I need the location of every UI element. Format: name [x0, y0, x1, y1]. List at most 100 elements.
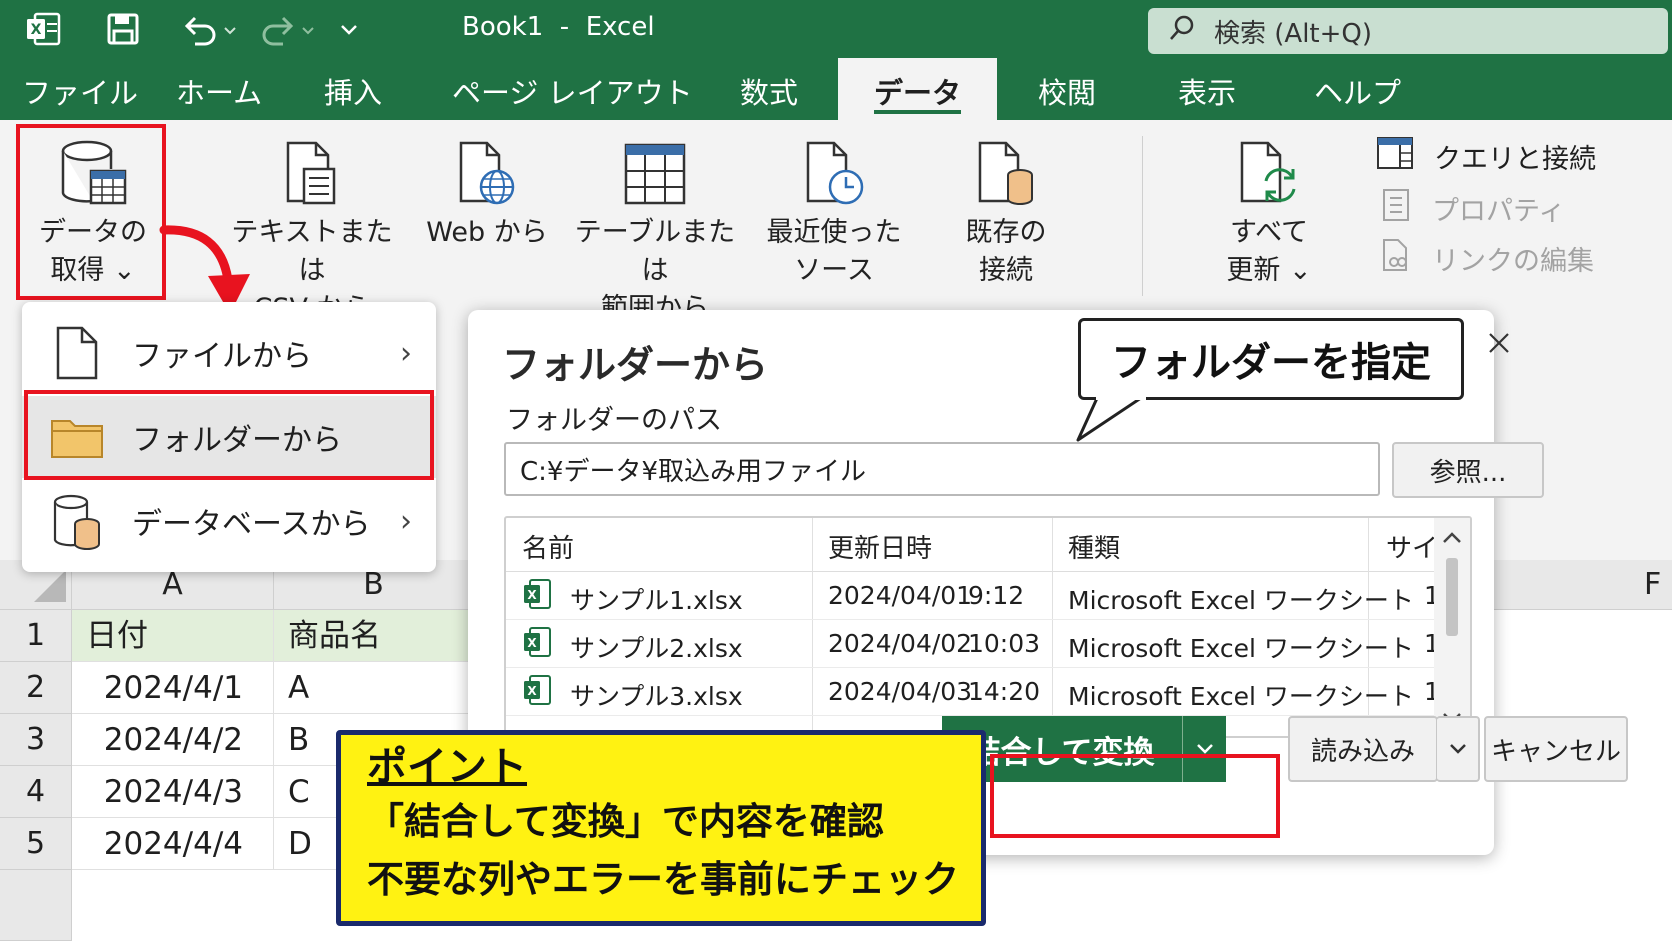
recent-sources-label-1: 最近使った: [766, 217, 902, 248]
column-modified-header[interactable]: 更新日時: [828, 528, 932, 565]
tab-home[interactable]: ホーム: [176, 70, 262, 112]
folder-callout-text: フォルダーを指定: [1111, 340, 1431, 386]
file-icon: [22, 326, 132, 380]
properties-icon: [1380, 188, 1412, 229]
properties-button[interactable]: プロパティ: [1380, 188, 1565, 229]
cell-a1[interactable]: 日付: [72, 610, 274, 662]
search-icon: [1168, 14, 1196, 49]
file-type: Microsoft Excel ワークシート: [1068, 682, 1414, 711]
from-web-button[interactable]: Web から: [424, 134, 550, 252]
column-type-header[interactable]: 種類: [1068, 528, 1120, 565]
close-icon[interactable]: [1486, 324, 1512, 372]
row-header-2[interactable]: 2: [0, 662, 72, 714]
tab-review[interactable]: 校閲: [1038, 70, 1096, 112]
search-placeholder: 検索 (Alt+Q): [1214, 18, 1373, 49]
file-type: Microsoft Excel ワークシート: [1068, 586, 1414, 615]
cell-a4[interactable]: 2024/4/3: [72, 766, 274, 818]
edit-links-icon: [1380, 238, 1412, 279]
from-folder-highlight: [24, 390, 434, 480]
dialog-title: フォルダーから: [502, 343, 769, 387]
tab-insert[interactable]: 挿入: [324, 70, 382, 112]
file-row[interactable]: X サンプル3.xlsx 2024/04/03 14:20 Microsoft …: [506, 668, 1470, 716]
combine-transform-highlight: [990, 754, 1280, 838]
menu-item-from-file-label: ファイルから: [132, 339, 312, 374]
menu-item-from-database[interactable]: データベースから ›: [22, 480, 436, 562]
folder-path-value: C:¥データ¥取込み用ファイル: [520, 456, 866, 487]
excel-file-icon: X: [522, 626, 552, 664]
cell-a2[interactable]: 2024/4/1: [72, 662, 274, 714]
cell-a5[interactable]: 2024/4/4: [72, 818, 274, 870]
browse-button[interactable]: 参照...: [1392, 442, 1544, 498]
cell-b2[interactable]: A: [274, 662, 474, 714]
file-time: 9:12: [968, 581, 1025, 610]
file-time: 10:03: [968, 629, 1041, 658]
edit-links-label: リンクの編集: [1432, 246, 1594, 277]
existing-connections-button[interactable]: 既存の 接続: [948, 134, 1064, 290]
file-type: Microsoft Excel ワークシート: [1068, 634, 1414, 663]
clock-file-icon: [764, 134, 904, 214]
file-list-header: 名前 更新日時 種類 サイズ: [506, 518, 1470, 572]
folder-callout: フォルダーを指定: [1078, 318, 1464, 400]
properties-label: プロパティ: [1432, 196, 1566, 227]
ribbon-tabs: ファイル ホーム 挿入 ページ レイアウト 数式 データ 校閲 表示 ヘルプ: [0, 58, 1672, 120]
refresh-all-label-2: 更新 ⌄: [1226, 255, 1312, 286]
file-row[interactable]: X サンプル1.xlsx 2024/04/01 9:12 Microsoft E…: [506, 572, 1470, 620]
tab-help[interactable]: ヘルプ: [1314, 70, 1401, 112]
table-grid-icon: [566, 134, 744, 214]
row-header-1[interactable]: 1: [0, 610, 72, 662]
row-header-4[interactable]: 4: [0, 766, 72, 818]
database-file-icon: [948, 134, 1064, 214]
queries-connections-button[interactable]: クエリと接続: [1376, 136, 1596, 177]
edit-links-button[interactable]: リンクの編集: [1380, 238, 1594, 279]
chevron-right-icon: ›: [400, 335, 412, 371]
svg-text:X: X: [527, 636, 537, 650]
tab-formulas[interactable]: 数式: [740, 70, 798, 112]
point-note: ポイント 「結合して変換」で内容を確認 不要な列やエラーを事前にチェック: [336, 730, 986, 926]
web-globe-icon: [424, 134, 550, 214]
tab-data[interactable]: データ: [838, 58, 998, 120]
tab-view[interactable]: 表示: [1178, 70, 1236, 112]
file-list-scrollbar[interactable]: [1434, 518, 1470, 736]
cell-a3[interactable]: 2024/4/2: [72, 714, 274, 766]
window-title: Book1 - Excel: [462, 12, 655, 42]
menu-item-from-file[interactable]: ファイルから ›: [22, 312, 436, 394]
svg-text:X: X: [31, 22, 42, 38]
column-name-header[interactable]: 名前: [522, 528, 574, 565]
row-header-3[interactable]: 3: [0, 714, 72, 766]
title-bar: X Book1 - Excel 検索 (Alt+Q): [0, 0, 1672, 58]
refresh-all-button[interactable]: すべて 更新 ⌄: [1212, 134, 1326, 290]
database-icon: [22, 492, 132, 550]
menu-item-from-database-label: データベースから: [132, 507, 371, 542]
row-header-5[interactable]: 5: [0, 818, 72, 870]
existing-connections-label-2: 接続: [979, 255, 1033, 286]
search-box[interactable]: 検索 (Alt+Q): [1148, 8, 1668, 54]
svg-text:X: X: [527, 684, 537, 698]
tab-file[interactable]: ファイル: [22, 70, 138, 112]
file-row[interactable]: X サンプル2.xlsx 2024/04/02 10:03 Microsoft …: [506, 620, 1470, 668]
redo-icon[interactable]: [254, 8, 320, 50]
tab-page-layout[interactable]: ページ レイアウト: [452, 70, 693, 112]
text-file-icon: [226, 134, 398, 214]
file-name: サンプル2.xlsx: [570, 634, 743, 663]
folder-path-input[interactable]: C:¥データ¥取込み用ファイル: [504, 442, 1380, 496]
refresh-all-label-1: すべて: [1229, 217, 1309, 248]
load-dropdown-button[interactable]: [1436, 716, 1480, 782]
save-icon[interactable]: [102, 8, 144, 50]
quick-access-chevron-icon[interactable]: [334, 8, 364, 50]
recent-sources-button[interactable]: 最近使った ソース: [764, 134, 904, 290]
file-name: サンプル1.xlsx: [570, 586, 743, 615]
undo-icon[interactable]: [176, 8, 242, 50]
existing-connections-label-1: 既存の: [965, 217, 1047, 248]
queries-connections-label: クエリと接続: [1434, 144, 1596, 175]
row-header-6[interactable]: [0, 870, 72, 941]
point-heading: ポイント: [367, 744, 527, 790]
callout-pointer: [1076, 396, 1146, 442]
chevron-down-icon: [1449, 744, 1466, 754]
from-table-range-button[interactable]: テーブルまたは 範囲から: [566, 134, 744, 328]
column-header-f[interactable]: F: [1644, 560, 1661, 610]
cell-b1[interactable]: 商品名: [274, 610, 474, 662]
file-date: 2024/04/01: [828, 581, 973, 610]
refresh-icon: [1212, 134, 1326, 214]
cancel-button[interactable]: キャンセル: [1484, 716, 1628, 782]
load-button[interactable]: 読み込み: [1288, 716, 1438, 782]
